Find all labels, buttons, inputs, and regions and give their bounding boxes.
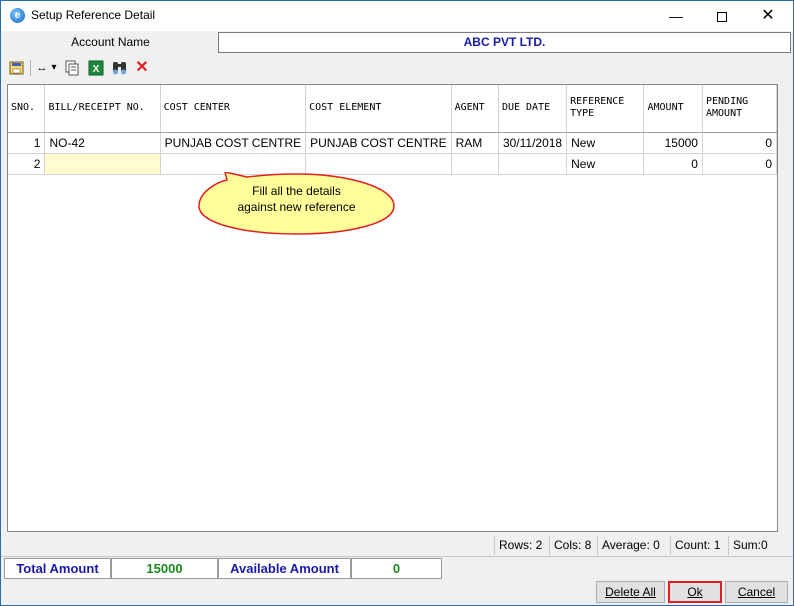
cell-bill-receipt-no[interactable]: NO-42 bbox=[44, 132, 161, 154]
ok-button[interactable]: Ok bbox=[668, 581, 722, 603]
copy-icon[interactable] bbox=[64, 59, 80, 77]
chevron-down-icon[interactable]: ▾ bbox=[50, 59, 58, 77]
close-button[interactable]: ✕ bbox=[745, 1, 791, 31]
maximize-icon bbox=[717, 12, 727, 23]
col-header-cost-center[interactable]: COST CENTER bbox=[160, 85, 307, 133]
title-bar: e Setup Reference Detail — ✕ bbox=[1, 1, 793, 31]
col-header-cost-element[interactable]: COST ELEMENT bbox=[305, 85, 452, 133]
callout-line-2: against new reference bbox=[237, 200, 356, 214]
status-sum: Sum:0 bbox=[728, 536, 768, 555]
setup-reference-detail-window: e Setup Reference Detail — ✕ Account Nam… bbox=[0, 0, 794, 606]
cell-amount[interactable]: 15000 bbox=[643, 132, 703, 154]
cell-pending-amount[interactable]: 0 bbox=[702, 132, 778, 154]
status-cols: Cols: 8 bbox=[549, 536, 591, 555]
maximize-button[interactable] bbox=[699, 1, 745, 31]
callout-text: Fill all the details against new referen… bbox=[197, 183, 396, 215]
cell-pending-amount[interactable]: 0 bbox=[702, 153, 778, 175]
cell-cost-center[interactable] bbox=[160, 153, 307, 175]
col-header-amount[interactable]: AMOUNT bbox=[643, 85, 703, 133]
col-header-due-date[interactable]: DUE DATE bbox=[498, 85, 568, 133]
cancel-button[interactable]: Cancel bbox=[725, 581, 788, 603]
svg-text:X: X bbox=[93, 64, 100, 75]
available-amount-value: 0 bbox=[351, 558, 442, 579]
available-amount-label: Available Amount bbox=[218, 558, 351, 579]
status-count: Count: 1 bbox=[670, 536, 720, 555]
reference-grid: SNO. BILL/RECEIPT NO. COST CENTER COST E… bbox=[7, 84, 778, 532]
app-icon: e bbox=[10, 8, 25, 23]
save-layout-icon[interactable] bbox=[9, 59, 25, 77]
find-icon[interactable] bbox=[111, 59, 128, 77]
cell-cost-element[interactable] bbox=[305, 153, 452, 175]
column-width-icon[interactable]: ↔ bbox=[34, 59, 50, 77]
divider bbox=[1, 556, 793, 557]
status-rows: Rows: 2 bbox=[494, 536, 542, 555]
window-title: Setup Reference Detail bbox=[31, 8, 156, 22]
cell-amount[interactable]: 0 bbox=[643, 153, 703, 175]
cell-due-date[interactable]: 30/11/2018 bbox=[498, 132, 568, 154]
minimize-button[interactable]: — bbox=[653, 1, 699, 31]
toolbar: ↔ ▾ X ✕ bbox=[4, 56, 790, 80]
total-amount-label: Total Amount bbox=[4, 558, 111, 579]
cell-cost-center[interactable]: PUNJAB COST CENTRE bbox=[160, 132, 307, 154]
cell-bill-receipt-no-active[interactable] bbox=[44, 152, 161, 175]
cell-reference-type[interactable]: New bbox=[566, 132, 645, 154]
col-header-sno[interactable]: SNO. bbox=[8, 85, 46, 133]
col-header-reference-type[interactable]: REFERENCE TYPE bbox=[566, 85, 645, 133]
cell-agent[interactable]: RAM bbox=[451, 132, 499, 154]
col-header-bill-receipt-no[interactable]: BILL/RECEIPT NO. bbox=[44, 85, 161, 133]
callout-line-1: Fill all the details bbox=[252, 184, 341, 198]
col-header-agent[interactable]: AGENT bbox=[451, 85, 499, 133]
cell-due-date[interactable] bbox=[498, 153, 568, 175]
cell-sno[interactable]: 1 bbox=[8, 132, 46, 154]
total-amount-value: 15000 bbox=[111, 558, 218, 579]
col-header-pending-amount[interactable]: PENDING AMOUNT bbox=[702, 85, 778, 133]
status-average: Average: 0 bbox=[597, 536, 660, 555]
reference-table: SNO. BILL/RECEIPT NO. COST CENTER COST E… bbox=[8, 85, 778, 175]
cell-agent[interactable] bbox=[451, 153, 499, 175]
cell-sno[interactable]: 2 bbox=[8, 153, 46, 175]
cell-reference-type[interactable]: New bbox=[566, 153, 645, 175]
table-row: 2 New 0 0 bbox=[8, 152, 778, 175]
delete-all-button[interactable]: Delete All bbox=[596, 581, 665, 603]
toolbar-separator bbox=[30, 60, 31, 76]
grid-status-bar: Rows: 2 Cols: 8 Average: 0 Count: 1 Sum:… bbox=[494, 536, 791, 555]
header-row: SNO. BILL/RECEIPT NO. COST CENTER COST E… bbox=[8, 85, 778, 133]
table-row: 1 NO-42 PUNJAB COST CENTRE PUNJAB COST C… bbox=[8, 132, 778, 154]
account-name-label: Account Name bbox=[71, 35, 150, 49]
excel-icon[interactable]: X bbox=[88, 59, 104, 77]
account-name-field[interactable]: ABC PVT LTD. bbox=[218, 32, 791, 53]
delete-icon[interactable]: ✕ bbox=[134, 59, 150, 77]
cell-cost-element[interactable]: PUNJAB COST CENTRE bbox=[305, 132, 452, 154]
